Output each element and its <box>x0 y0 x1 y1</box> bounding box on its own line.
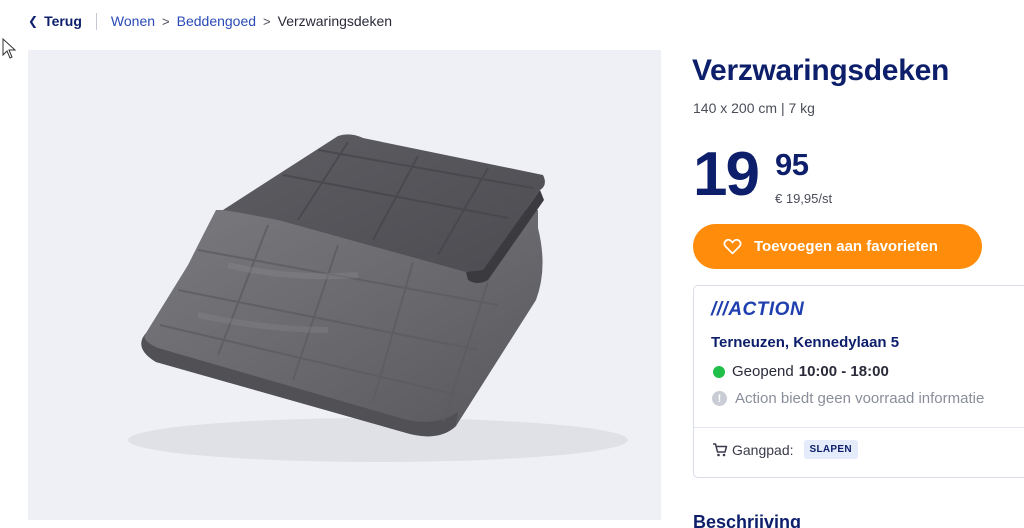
breadcrumb-link-beddengoed[interactable]: Beddengoed <box>177 13 256 29</box>
weighted-blanket-photo <box>128 134 628 462</box>
store-card: ///ACTION Terneuzen, Kennedylaan 5 Geope… <box>693 285 1024 478</box>
breadcrumb-link-wonen[interactable]: Wonen <box>111 13 155 29</box>
add-to-favorites-label: Toevoegen aan favorieten <box>754 238 938 255</box>
product-title: Verzwaringsdeken <box>692 54 949 87</box>
aisle-info: Gangpad: SLAPEN <box>712 440 858 459</box>
stock-info-text: Action biedt geen voorraad informatie <box>735 390 985 407</box>
stock-info: ! Action biedt geen voorraad informatie <box>712 390 984 407</box>
divider <box>694 427 1024 428</box>
aisle-label: Gangpad: <box>732 441 794 458</box>
product-image[interactable] <box>28 50 661 520</box>
chevron-right-icon: > <box>162 13 170 29</box>
open-hours: 10:00 - 18:00 <box>798 363 889 380</box>
breadcrumb: ❮ Terug Wonen > Beddengoed > Verzwarings… <box>28 12 392 30</box>
add-to-favorites-button[interactable]: Toevoegen aan favorieten <box>693 224 982 269</box>
product-subtitle: 140 x 200 cm | 7 kg <box>693 100 815 116</box>
heart-icon <box>723 238 742 255</box>
price-whole: 19 <box>693 140 760 209</box>
unit-price: € 19,95/st <box>775 191 833 206</box>
price-decimals: 95 <box>775 147 809 182</box>
open-status-dot-icon <box>713 365 725 378</box>
aisle-badge: SLAPEN <box>803 440 858 459</box>
chevron-left-icon: ❮ <box>28 14 39 28</box>
description-heading: Beschrijving <box>693 512 802 528</box>
opening-hours: Geopend 10:00 - 18:00 <box>713 363 889 380</box>
mouse-cursor-icon <box>2 38 17 59</box>
back-label: Terug <box>44 13 82 29</box>
breadcrumb-divider <box>95 12 97 30</box>
breadcrumb-current: Verzwaringsdeken <box>277 13 393 29</box>
open-label: Geopend <box>732 363 794 380</box>
action-logo: ///ACTION <box>711 299 805 320</box>
back-link[interactable]: ❮ Terug <box>28 13 82 29</box>
info-icon: ! <box>712 391 727 406</box>
chevron-right-icon: > <box>263 13 271 29</box>
shopping-cart-icon <box>713 443 728 457</box>
store-address-link[interactable]: Terneuzen, Kennedylaan 5 <box>711 334 899 351</box>
